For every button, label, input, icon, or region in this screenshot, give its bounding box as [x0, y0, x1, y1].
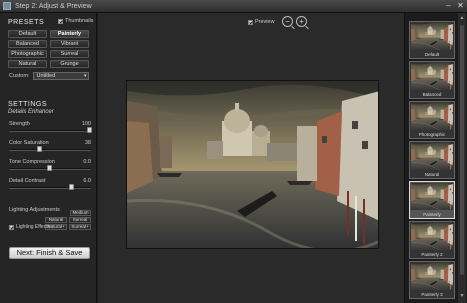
thumbnail-strip: Default Balanced Photographic Natural Pa…: [404, 13, 467, 303]
lighting-effects-label: Lighting Effects: [16, 224, 51, 230]
preset-vibrant-button[interactable]: Vibrant: [50, 40, 89, 48]
thumbnail-painterly[interactable]: Painterly: [409, 181, 455, 219]
slider-track[interactable]: [9, 130, 91, 132]
thumbnails-toggle[interactable]: Thumbnails: [58, 18, 93, 24]
custom-preset-row: Custom: Untitled ▾: [9, 72, 90, 80]
thumbnail-image: [411, 263, 453, 290]
custom-preset-select[interactable]: Untitled ▾: [33, 72, 90, 80]
scrollbar-thumb[interactable]: [460, 25, 464, 275]
preset-photographic-button[interactable]: Photographic: [8, 50, 47, 58]
checkbox-icon[interactable]: [248, 19, 253, 25]
thumbnail-label: Painterly 2: [421, 252, 443, 257]
lighting-effects-toggle[interactable]: Lighting Effects: [9, 224, 50, 230]
zoom-out-icon[interactable]: −: [282, 16, 293, 27]
slider-label: Color Saturation: [9, 140, 49, 146]
thumbnail-label: Painterly 3: [421, 292, 443, 297]
thumbnail-label: Natural: [424, 172, 440, 177]
checkbox-icon[interactable]: [9, 224, 14, 230]
preset-painterly-button[interactable]: Painterly: [50, 30, 89, 38]
thumbnail-image: [411, 183, 453, 210]
thumbnail-default[interactable]: Default: [409, 21, 455, 59]
preview-area: Preview − +: [98, 13, 404, 303]
preview-toggle[interactable]: Preview: [248, 19, 275, 25]
thumbnail-painterly-2[interactable]: Painterly 2: [409, 221, 455, 259]
scroll-up-icon[interactable]: ▲: [459, 15, 465, 21]
preset-grunge-button[interactable]: Grunge: [50, 60, 89, 68]
thumbnail-label: Default: [424, 52, 440, 57]
window-title: Step 2: Adjust & Preview: [15, 3, 92, 10]
thumbnails-label: Thumbnails: [65, 18, 94, 24]
settings-subtitle: Details Enhancer: [8, 109, 54, 115]
tone-compression-slider[interactable]: Tone Compression 0.0: [9, 159, 91, 173]
lighting-surreal-plus-button[interactable]: Surreal+: [69, 224, 91, 230]
thumbnail-label: Balanced: [422, 92, 442, 97]
minimize-icon[interactable]: –: [443, 1, 454, 11]
slider-value: 38: [84, 140, 91, 146]
slider-track[interactable]: [9, 149, 91, 151]
left-panel: PRESETS Thumbnails Default Painterly Bal…: [0, 13, 97, 303]
slider-value: 0.0: [83, 159, 91, 165]
slider-label: Strength: [9, 121, 30, 127]
slider-handle[interactable]: [37, 146, 43, 152]
thumbnail-image: [411, 223, 453, 250]
preset-buttons: Default Painterly Balanced Vibrant Photo…: [8, 30, 90, 68]
thumbnail-label: Photographic: [418, 132, 446, 137]
thumbnail-natural[interactable]: Natural: [409, 141, 455, 179]
thumbnail-label: Painterly: [423, 212, 441, 217]
thumbnail-scrollbar[interactable]: ▲ ▼: [458, 13, 466, 303]
lighting-adjustments-label: Lighting Adjustments: [9, 207, 60, 213]
thumbnail-image: [411, 23, 453, 50]
thumbnail-image: [411, 103, 453, 130]
slider-track[interactable]: [9, 187, 91, 189]
title-bar: Step 2: Adjust & Preview – ✕: [0, 0, 467, 13]
slider-value: 6.0: [83, 178, 91, 184]
slider-handle[interactable]: [69, 184, 75, 190]
settings-heading: SETTINGS: [8, 101, 48, 108]
next-finish-save-button[interactable]: Next: Finish & Save: [9, 247, 90, 259]
slider-handle[interactable]: [47, 165, 52, 171]
strength-slider[interactable]: Strength 100: [9, 121, 92, 135]
chevron-down-icon: ▾: [83, 73, 87, 79]
custom-label: Custom:: [9, 73, 30, 79]
thumbnail-balanced[interactable]: Balanced: [409, 61, 455, 99]
thumbnail-photographic[interactable]: Photographic: [409, 101, 455, 139]
detail-contrast-slider[interactable]: Detail Contrast 6.0: [9, 178, 91, 192]
color-saturation-slider[interactable]: Color Saturation 38: [9, 140, 91, 154]
thumbnail-image: [411, 63, 453, 90]
preset-natural-button[interactable]: Natural: [8, 60, 47, 68]
lighting-medium-button[interactable]: Medium: [70, 210, 91, 216]
zoom-in-icon[interactable]: +: [296, 16, 307, 27]
preset-balanced-button[interactable]: Balanced: [8, 40, 47, 48]
preview-label: Preview: [255, 19, 275, 25]
lighting-natural-button[interactable]: Natural: [45, 217, 67, 223]
preview-image: [126, 80, 379, 249]
checkbox-icon[interactable]: [58, 18, 63, 24]
slider-label: Detail Contrast: [9, 178, 46, 184]
preset-default-button[interactable]: Default: [8, 30, 47, 38]
thumbnail-image: [411, 143, 453, 170]
presets-heading: PRESETS: [8, 19, 45, 26]
lighting-surreal-button[interactable]: Surreal: [69, 217, 91, 223]
custom-value: Untitled: [36, 73, 56, 79]
preset-surreal-button[interactable]: Surreal: [50, 50, 89, 58]
scroll-down-icon[interactable]: ▼: [459, 293, 465, 299]
app-icon: [3, 2, 11, 10]
thumbnail-painterly-3[interactable]: Painterly 3: [409, 261, 455, 299]
close-icon[interactable]: ✕: [455, 1, 466, 11]
slider-handle[interactable]: [87, 127, 92, 133]
